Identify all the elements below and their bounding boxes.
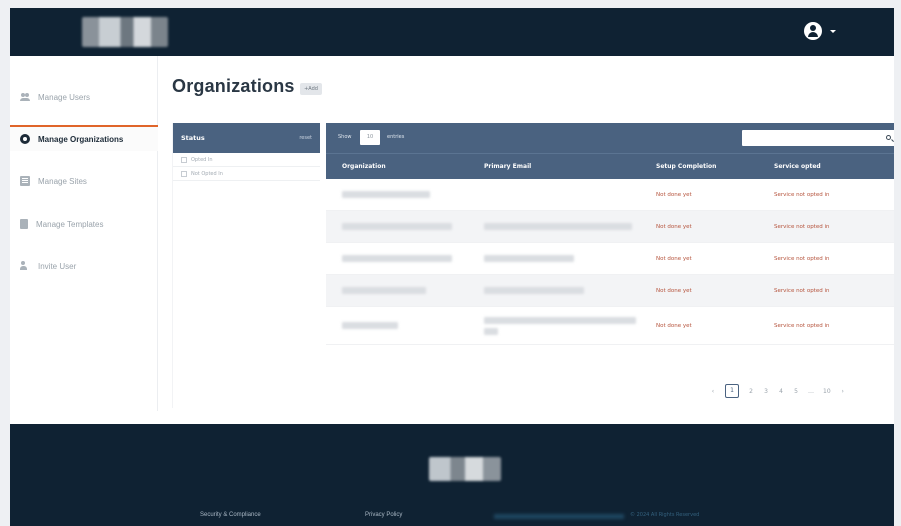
page-button-1[interactable]: 1 bbox=[725, 384, 739, 398]
table-header: Organization Primary Email Setup Complet… bbox=[326, 153, 894, 179]
organization-name-redacted bbox=[342, 322, 398, 329]
service-status: Service not opted in bbox=[774, 191, 830, 198]
chevron-down-icon bbox=[830, 29, 836, 33]
pagination: ‹ 1 2 3 4 5 … 10 › bbox=[710, 384, 846, 398]
organization-name-redacted bbox=[342, 223, 452, 230]
pagination-ellipsis: … bbox=[808, 387, 814, 395]
filter-option-label: Opted In bbox=[191, 156, 213, 163]
sidebar-item-manage-sites[interactable]: Manage Sites bbox=[10, 168, 158, 194]
email-redacted bbox=[484, 316, 636, 324]
table-row[interactable]: Not done yet Service not opted in bbox=[326, 307, 894, 345]
page-button-last[interactable]: 10 bbox=[823, 388, 831, 395]
organization-name-redacted bbox=[342, 287, 426, 294]
footer-link-security[interactable]: Security & Compliance bbox=[200, 512, 261, 518]
status-filter-panel: Status reset Opted In Not Opted In bbox=[172, 123, 320, 408]
filter-title: Status bbox=[181, 134, 205, 142]
page-button-4[interactable]: 4 bbox=[778, 388, 784, 395]
service-status: Service not opted in bbox=[774, 287, 830, 294]
footer-logo bbox=[429, 457, 501, 481]
checkbox[interactable] bbox=[181, 156, 187, 163]
users-icon bbox=[20, 92, 30, 102]
page-title: Organizations bbox=[172, 76, 295, 96]
show-label: Show bbox=[338, 134, 352, 140]
filter-header: Status reset bbox=[173, 123, 320, 153]
sidebar-item-label: Invite User bbox=[38, 261, 77, 271]
entries-label: entries bbox=[387, 134, 405, 140]
top-navbar bbox=[10, 8, 894, 56]
user-menu-button[interactable] bbox=[804, 22, 836, 40]
filter-option-label: Not Opted In bbox=[191, 170, 223, 177]
sidebar-item-invite-user[interactable]: Invite User bbox=[10, 253, 158, 279]
next-page-button[interactable]: › bbox=[840, 388, 846, 395]
setup-status: Not done yet bbox=[656, 287, 692, 294]
search-input[interactable] bbox=[742, 130, 894, 146]
organization-name-redacted bbox=[342, 191, 430, 198]
page-size-select[interactable]: 10 bbox=[360, 130, 380, 145]
sidebar: Manage Users Manage Organizations Manage… bbox=[10, 56, 158, 411]
setup-status: Not done yet bbox=[656, 223, 692, 230]
sites-icon bbox=[20, 176, 30, 186]
brand-logo[interactable] bbox=[82, 17, 168, 47]
filter-option-not-opted-in[interactable]: Not Opted In bbox=[173, 167, 320, 181]
email-redacted bbox=[484, 255, 574, 262]
setup-status: Not done yet bbox=[656, 255, 692, 262]
checkbox[interactable] bbox=[181, 170, 187, 177]
footer: Security & Compliance Privacy Policy © 2… bbox=[10, 424, 894, 526]
user-circle-icon bbox=[804, 22, 822, 40]
invite-user-icon bbox=[20, 261, 30, 271]
service-status: Service not opted in bbox=[774, 322, 830, 329]
table-row[interactable]: Not done yet Service not opted in bbox=[326, 275, 894, 307]
organization-name-redacted bbox=[342, 255, 452, 262]
sidebar-item-manage-users[interactable]: Manage Users bbox=[10, 84, 158, 110]
service-status: Service not opted in bbox=[774, 255, 830, 262]
filter-reset-link[interactable]: reset bbox=[299, 135, 312, 141]
templates-icon bbox=[20, 219, 28, 229]
page-button-5[interactable]: 5 bbox=[793, 388, 799, 395]
column-header-service-opted[interactable]: Service opted bbox=[766, 163, 894, 170]
table-toolbar: Show 10 entries bbox=[326, 123, 894, 153]
table-row[interactable]: Not done yet Service not opted in bbox=[326, 211, 894, 243]
table-row[interactable]: Not done yet Service not opted in bbox=[326, 179, 894, 211]
page-button-2[interactable]: 2 bbox=[748, 388, 754, 395]
sidebar-item-label: Manage Sites bbox=[38, 176, 87, 186]
sidebar-item-label: Manage Organizations bbox=[38, 134, 124, 144]
sidebar-item-label: Manage Templates bbox=[36, 219, 104, 229]
footer-link-privacy[interactable]: Privacy Policy bbox=[365, 512, 402, 518]
setup-status: Not done yet bbox=[656, 191, 692, 198]
add-organization-button[interactable]: +Add bbox=[300, 83, 322, 95]
organizations-table: Show 10 entries Organization Primary Ema… bbox=[326, 123, 894, 345]
footer-redacted-text bbox=[494, 514, 624, 519]
app-frame: Manage Users Manage Organizations Manage… bbox=[10, 8, 894, 526]
page-button-3[interactable]: 3 bbox=[763, 388, 769, 395]
sidebar-item-label: Manage Users bbox=[38, 92, 91, 102]
table-row[interactable]: Not done yet Service not opted in bbox=[326, 243, 894, 275]
prev-page-button[interactable]: ‹ bbox=[710, 388, 716, 395]
column-header-organization[interactable]: Organization bbox=[326, 163, 476, 170]
email-redacted bbox=[484, 223, 632, 230]
sidebar-item-manage-organizations[interactable]: Manage Organizations bbox=[10, 125, 158, 151]
sidebar-item-manage-templates[interactable]: Manage Templates bbox=[10, 211, 158, 237]
column-header-setup-completion[interactable]: Setup Completion bbox=[648, 163, 766, 170]
filter-option-opted-in[interactable]: Opted In bbox=[173, 153, 320, 167]
footer-copyright: © 2024 All Rights Reserved bbox=[630, 512, 700, 518]
column-header-primary-email[interactable]: Primary Email bbox=[476, 163, 648, 170]
organization-icon bbox=[20, 134, 30, 144]
email-redacted bbox=[484, 287, 584, 294]
setup-status: Not done yet bbox=[656, 322, 692, 329]
service-status: Service not opted in bbox=[774, 223, 830, 230]
